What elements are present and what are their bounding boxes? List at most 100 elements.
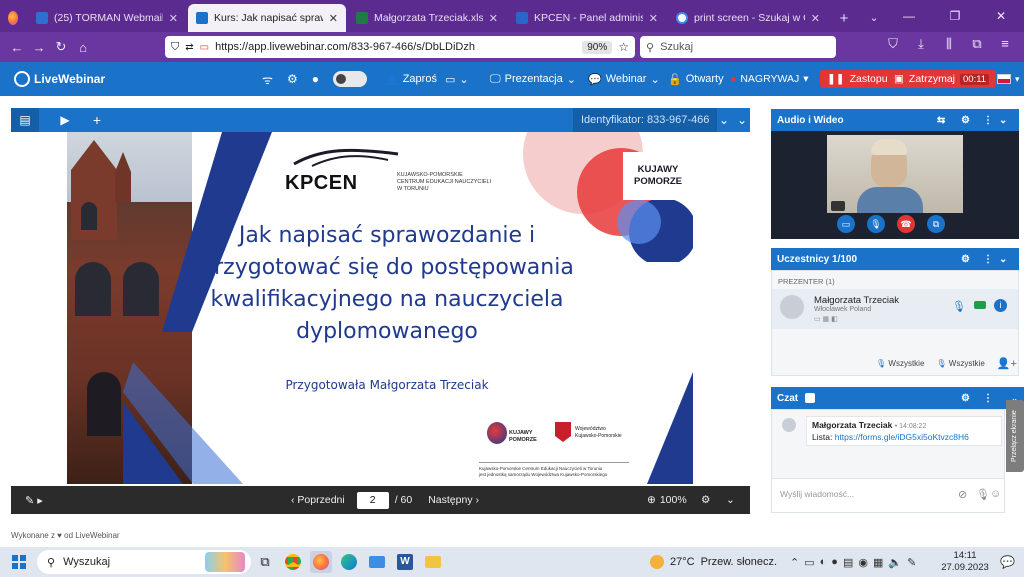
- settings-gear-icon[interactable]: ⚙: [961, 254, 970, 265]
- bookmark-star-icon[interactable]: ☆: [618, 40, 629, 54]
- file-explorer-icon[interactable]: [422, 551, 444, 573]
- clock[interactable]: 14:11 27.09.2023: [940, 550, 990, 574]
- mute-all-button[interactable]: 🎙 Wszystkie: [876, 359, 924, 368]
- previous-slide-button[interactable]: ‹ Poprzedni: [291, 494, 345, 506]
- chevron-down-icon[interactable]: ⌄: [999, 254, 1007, 265]
- pause-recording-button[interactable]: ❚❚ Zastopuj: [820, 70, 897, 88]
- attachment-icon[interactable]: ⊘: [958, 488, 967, 501]
- webinar-menu[interactable]: 💬 Webinar ⌄: [588, 73, 660, 86]
- shield-icon[interactable]: ⛉: [171, 41, 179, 54]
- url-bar[interactable]: ⛉ ⇄ ▭ https://app.livewebinar.com/833-96…: [165, 36, 635, 58]
- chat-input-field[interactable]: Wyślij wiadomość... ⊘ 🎙 ☺: [772, 478, 1004, 512]
- video-tab-icon[interactable]: ▶: [51, 108, 79, 132]
- room-status-button[interactable]: 🔓 Otwarty: [668, 73, 724, 86]
- screen-share-icon[interactable]: ⧉: [927, 215, 945, 233]
- search-field[interactable]: ⚲ Szukaj: [640, 36, 836, 58]
- camera-toggle-icon[interactable]: ▭: [837, 215, 855, 233]
- browser-tab-course[interactable]: Kurs: Jak napisać sprawozdani ✕: [188, 4, 346, 32]
- edge-icon[interactable]: [338, 551, 360, 573]
- tray-app-icon[interactable]: ▤: [843, 556, 853, 569]
- notifications-icon[interactable]: 💬: [1000, 555, 1015, 569]
- switch-screen-tab[interactable]: Przełącz ekranie: [1006, 400, 1024, 472]
- back-icon[interactable]: ←: [6, 40, 28, 55]
- firefox-menu-icon[interactable]: [0, 4, 26, 32]
- chat-message-link[interactable]: https://forms.gle/iDG5xi5oKtvzc8H6: [835, 432, 969, 442]
- settings-gear-icon[interactable]: ⚙: [701, 494, 710, 506]
- tray-app-icon[interactable]: ◉: [858, 556, 868, 569]
- zoom-control[interactable]: ⊕ 100%: [647, 494, 687, 506]
- chevron-down-icon[interactable]: ⌄: [719, 113, 729, 127]
- hang-up-icon[interactable]: ☎: [897, 215, 915, 233]
- close-tab-icon[interactable]: ✕: [649, 12, 658, 25]
- permissions-icon[interactable]: ⇄: [185, 42, 193, 53]
- home-icon[interactable]: ⌂: [72, 40, 94, 55]
- extensions-icon[interactable]: ⧉: [966, 36, 988, 52]
- close-tab-icon[interactable]: ✕: [329, 12, 338, 25]
- settings-gear-icon[interactable]: ⚙: [961, 393, 970, 404]
- settings-gear-icon[interactable]: ⚙: [961, 115, 970, 126]
- zoom-level-chip[interactable]: 90%: [582, 40, 613, 54]
- layout-button[interactable]: ▭ ⌄: [445, 73, 469, 86]
- tray-app-icon[interactable]: ◐: [820, 556, 827, 568]
- word-icon[interactable]: W: [394, 551, 416, 573]
- camera-all-button[interactable]: 🎙 Wszystkie: [936, 359, 984, 368]
- settings-gear-icon[interactable]: ⚙: [287, 72, 298, 86]
- add-participant-icon[interactable]: 👤+: [997, 357, 1017, 370]
- chevron-down-icon[interactable]: ⌄: [999, 115, 1007, 126]
- info-icon[interactable]: i: [994, 299, 1007, 312]
- chrome-icon[interactable]: [282, 551, 304, 573]
- forward-icon[interactable]: →: [28, 40, 50, 55]
- restore-window-icon[interactable]: ❐: [932, 9, 978, 23]
- files-icon[interactable]: [366, 551, 388, 573]
- swap-icon[interactable]: ⇆: [937, 115, 945, 126]
- tab-list-chevron-icon[interactable]: ⌄: [860, 4, 888, 32]
- browser-tab-google[interactable]: print screen - Szukaj w Goog ✕: [668, 4, 828, 32]
- draw-tools-icon[interactable]: ✎ ▸: [25, 494, 43, 507]
- microphone-icon[interactable]: 🎙: [867, 215, 885, 233]
- language-selector[interactable]: ▾: [997, 74, 1020, 85]
- presentation-menu[interactable]: 🖵 Prezentacja ⌄: [490, 73, 576, 86]
- invite-button[interactable]: 👤 Zaproś: [385, 73, 437, 86]
- reload-icon[interactable]: ↻: [50, 39, 72, 55]
- microphone-icon[interactable]: 🎙: [976, 488, 990, 501]
- network-icon[interactable]: ▦: [873, 556, 883, 569]
- pen-icon[interactable]: ✎: [907, 556, 916, 569]
- menu-icon[interactable]: ≡: [994, 36, 1016, 52]
- browser-tab-webmail[interactable]: (25) TORMAN Webmail :: Od ✕: [28, 4, 186, 32]
- add-tab-icon[interactable]: +: [85, 112, 109, 128]
- close-window-icon[interactable]: ✕: [978, 9, 1024, 23]
- mode-toggle[interactable]: [332, 71, 367, 87]
- more-icon[interactable]: ⋮: [983, 254, 993, 265]
- downloads-icon[interactable]: ⤓: [910, 36, 932, 52]
- info-icon[interactable]: ●: [312, 72, 319, 86]
- more-icon[interactable]: ⋮: [983, 393, 993, 404]
- wifi-icon[interactable]: ᯤ: [262, 71, 273, 88]
- firefox-icon[interactable]: [310, 551, 332, 573]
- weather-widget[interactable]: 27°C Przew. słonecz.: [650, 555, 777, 569]
- speaker-icon[interactable]: 🔈: [888, 556, 902, 569]
- presentation-tab-icon[interactable]: ▤: [11, 108, 39, 132]
- browser-tab-xlsx[interactable]: Małgorzata Trzeciak.xlsx ✕: [348, 4, 506, 32]
- browser-tab-kpcen-admin[interactable]: KPCEN - Panel administracy ✕: [508, 4, 666, 32]
- minimize-window-icon[interactable]: —: [886, 9, 932, 23]
- chevron-down-icon[interactable]: ⌄: [726, 494, 735, 506]
- page-number-input[interactable]: 2: [356, 491, 389, 509]
- windows-start-icon[interactable]: [8, 551, 30, 573]
- emoji-icon[interactable]: ☺: [990, 488, 1001, 500]
- more-icon[interactable]: ⋮: [983, 115, 993, 126]
- new-tab-button[interactable]: +: [830, 4, 858, 32]
- pocket-icon[interactable]: ⛉: [882, 36, 904, 52]
- close-tab-icon[interactable]: ✕: [169, 12, 178, 25]
- camera-on-icon[interactable]: [974, 301, 986, 309]
- taskbar-search-field[interactable]: ⚲ Wyszukaj: [37, 550, 251, 574]
- tray-app-icon[interactable]: ▭: [804, 556, 814, 569]
- camera-sharing-icon[interactable]: ▭: [200, 42, 209, 53]
- tray-app-icon[interactable]: ●: [831, 556, 838, 568]
- microphone-icon[interactable]: 🎙: [952, 300, 966, 313]
- task-view-icon[interactable]: ⧉: [254, 551, 276, 573]
- chevron-up-icon[interactable]: ⌃: [790, 556, 799, 569]
- library-icon[interactable]: ⫼: [938, 36, 960, 52]
- chevron-down-icon[interactable]: ⌄: [737, 113, 747, 127]
- next-slide-button[interactable]: Następny ›: [428, 494, 479, 506]
- stop-recording-button[interactable]: ▣ Zatrzymaj 00:11: [887, 70, 997, 88]
